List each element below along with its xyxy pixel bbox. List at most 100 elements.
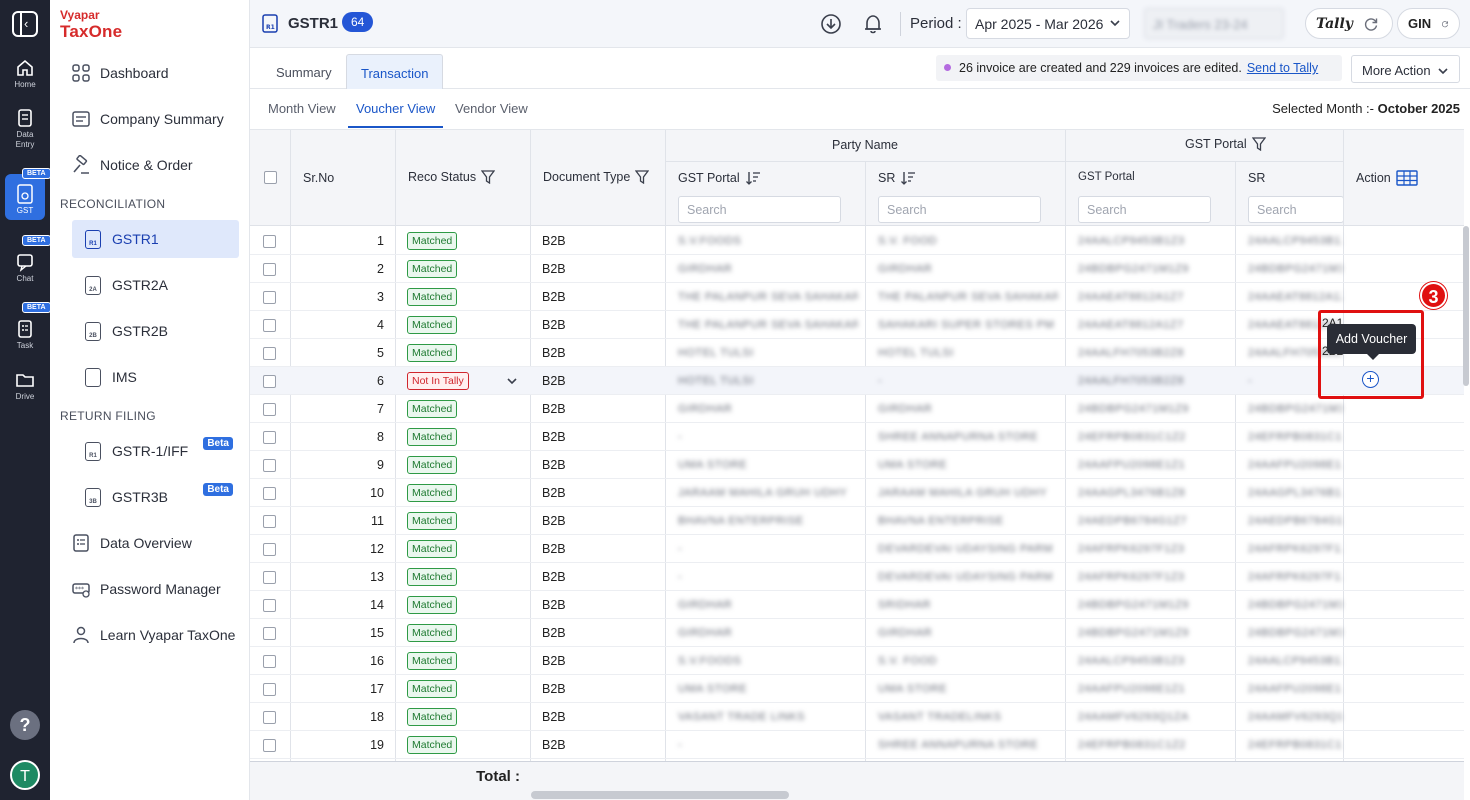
sidebar-item-label: Data Overview (100, 535, 192, 551)
row-checkbox[interactable] (263, 703, 276, 731)
rail-gst[interactable]: GST (5, 174, 45, 220)
table-row[interactable]: 4 Matched B2B THE PALANPUR SEVA SAHAKARI SAH… (250, 311, 1464, 339)
horizontal-scrollbar[interactable] (250, 789, 1464, 800)
user-avatar[interactable]: T (10, 760, 40, 790)
row-checkbox[interactable] (263, 311, 276, 339)
search-input-party-gst-portal[interactable]: Search (678, 196, 841, 223)
row-checkbox[interactable] (263, 423, 276, 451)
table-row[interactable]: 14 Matched B2B GIRDHAR SRIDHAR 24BDBPG2471M1Z… (250, 591, 1464, 619)
search-input-party-sr[interactable]: Search (878, 196, 1041, 223)
table-row[interactable]: 8 Matched B2B - SHREE ANNAPURNA STORE 24EFRPB… (250, 423, 1464, 451)
rail-entry-label: Entry (15, 140, 35, 149)
column-settings-icon[interactable] (1396, 170, 1418, 186)
rail-drive[interactable]: Drive (0, 370, 50, 402)
refresh-icon[interactable] (1441, 16, 1449, 32)
table-row[interactable]: 7 Matched B2B GIRDHAR GIRDHAR 24BDBPG2471M1Z9… (250, 395, 1464, 423)
cell-party-sr: VASANT TRADELINKS (878, 711, 1002, 723)
row-checkbox[interactable] (263, 535, 276, 563)
sidebar-item-gstr2b[interactable]: 2B GSTR2B (72, 312, 239, 350)
row-checkbox[interactable] (263, 255, 276, 283)
search-input-gstin-sr[interactable]: Search (1248, 196, 1344, 223)
vertical-scrollbar-thumb[interactable] (1463, 226, 1469, 386)
row-checkbox[interactable] (263, 675, 276, 703)
table-row[interactable]: 15 Matched B2B GIRDHAR GIRDHAR 24BDBPG2471M1Z… (250, 619, 1464, 647)
row-checkbox[interactable] (263, 619, 276, 647)
sidebar-item-gstr3b[interactable]: 3B GSTR3B Beta (72, 478, 239, 516)
cell-sr-no: 6 (377, 374, 384, 388)
bell-icon[interactable] (862, 13, 884, 35)
rail-drive-label: Drive (15, 392, 35, 401)
rail-chat[interactable]: Chat (0, 252, 50, 284)
sidebar-item-notice-order[interactable]: Notice & Order (60, 146, 240, 184)
company-select[interactable]: JI Traders 23-24 (1144, 8, 1284, 39)
tab-vendor-view[interactable]: Vendor View (447, 89, 536, 128)
table-row[interactable]: 3 Matched B2B THE PALANPUR SEVA SAHAKARI THE… (250, 283, 1464, 311)
tab-voucher-view[interactable]: Voucher View (348, 89, 444, 128)
table-row[interactable]: 11 Matched B2B BHAVNA ENTERPRISE BHAVNA ENTE… (250, 507, 1464, 535)
table-row[interactable]: 10 Matched B2B JARAAM MAHILA GRUH UDHY JARAA… (250, 479, 1464, 507)
row-checkbox[interactable] (263, 563, 276, 591)
sidebar-item-learn[interactable]: Learn Vyapar TaxOne (60, 616, 240, 654)
sidebar-item-ims[interactable]: IMS (72, 358, 239, 396)
table-row[interactable]: 1 Matched B2B S.V.FOODS S.V. FOOD 24AALCP9453… (250, 227, 1464, 255)
period-select[interactable]: Apr 2025 - Mar 2026 (966, 8, 1130, 39)
table-row[interactable]: 5 Matched B2B HOTEL TULSI HOTEL TULSI 24AALFH… (250, 339, 1464, 367)
tally-sync-pill[interactable]: Tally (1305, 8, 1393, 39)
table-row[interactable]: 13 Matched B2B - DEVARDEVAI UDAYSING PARM 24A… (250, 563, 1464, 591)
horizontal-scrollbar-thumb[interactable] (531, 791, 789, 799)
rail-data-entry[interactable]: Data Entry (0, 108, 50, 150)
search-input-gstin-gst-portal[interactable]: Search (1078, 196, 1211, 223)
more-action-button[interactable]: More Action (1351, 55, 1460, 83)
help-button[interactable]: ? (10, 710, 40, 740)
table-row[interactable]: 18 Matched B2B VASANT TRADE LINKS VASANT TRA… (250, 703, 1464, 731)
row-expand[interactable] (506, 367, 518, 395)
row-checkbox[interactable] (263, 283, 276, 311)
row-checkbox[interactable] (263, 647, 276, 675)
table-row[interactable]: 6 Not In Tally B2B HOTEL TULSI - 24AALFH7053B… (250, 367, 1464, 395)
row-checkbox[interactable] (263, 339, 276, 367)
sidebar-item-dashboard[interactable]: Dashboard (60, 54, 240, 92)
rail-home[interactable]: Home (0, 58, 50, 90)
sidebar-item-data-overview[interactable]: Data Overview (60, 524, 240, 562)
header-party-sr: SR (878, 170, 916, 186)
send-to-tally-link[interactable]: Send to Tally (1247, 61, 1318, 75)
row-checkbox[interactable] (263, 479, 276, 507)
tab-month-view[interactable]: Month View (260, 89, 344, 128)
table-row[interactable]: 16 Matched B2B S.V.FOODS S.V. FOOD 24AALCP945… (250, 647, 1464, 675)
tab-summary[interactable]: Summary (262, 54, 346, 89)
rail-task[interactable]: Task (0, 319, 50, 351)
sidebar-item-password-manager[interactable]: *** Password Manager (60, 570, 240, 608)
row-checkbox[interactable] (263, 451, 276, 479)
row-checkbox[interactable] (263, 395, 276, 423)
row-checkbox[interactable] (263, 367, 276, 395)
row-checkbox[interactable] (263, 731, 276, 759)
collapse-sidebar-button[interactable]: ‹ (12, 11, 38, 37)
sidebar-item-gstr1-iff[interactable]: R1 GSTR-1/IFF Beta (72, 432, 239, 470)
gin-sync-pill[interactable]: GIN (1397, 8, 1460, 39)
table-row[interactable]: 17 Matched B2B UMA STORE UMA STORE 24AAFPU209… (250, 675, 1464, 703)
sidebar-item-gstr2a[interactable]: 2A GSTR2A (72, 266, 239, 304)
sidebar-item-gstr1[interactable]: R1 GSTR1 (72, 220, 239, 258)
table-row[interactable]: 19 Matched B2B - SHREE ANNAPURNA STORE 24EFRP… (250, 731, 1464, 759)
row-checkbox[interactable] (263, 227, 276, 255)
download-icon[interactable] (820, 13, 842, 35)
rail-chat-beta-badge: BETA (22, 235, 51, 246)
header-gst-portal-group-label: GST Portal (1185, 137, 1247, 151)
cell-sr-no: 18 (370, 710, 384, 724)
row-checkbox[interactable] (263, 591, 276, 619)
filter-icon[interactable] (1251, 137, 1266, 151)
rail-gst-label: GST (16, 206, 34, 215)
filter-icon[interactable] (481, 170, 496, 184)
row-checkbox[interactable] (263, 507, 276, 535)
table-row[interactable]: 9 Matched B2B UMA STORE UMA STORE 24AAFPU2098… (250, 451, 1464, 479)
sort-icon[interactable] (900, 170, 916, 186)
sort-icon[interactable] (745, 170, 761, 186)
section-reconciliation: RECONCILIATION (60, 197, 166, 211)
tab-transaction[interactable]: Transaction (346, 54, 444, 89)
table-row[interactable]: 12 Matched B2B - DEVARDEVAI UDAYSING PARM 24A… (250, 535, 1464, 563)
sidebar-item-company-summary[interactable]: Company Summary (60, 100, 240, 138)
refresh-icon[interactable] (1363, 16, 1379, 32)
table-row[interactable]: 2 Matched B2B GIRDHAR GIRDHAR 24BDBPG2471M1Z9… (250, 255, 1464, 283)
filter-icon[interactable] (635, 170, 650, 184)
select-all-checkbox[interactable] (264, 171, 277, 184)
